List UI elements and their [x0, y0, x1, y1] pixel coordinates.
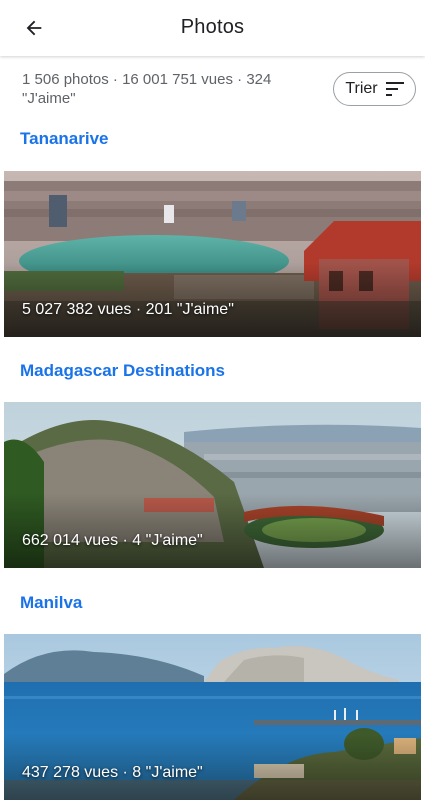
page-title: Photos	[180, 16, 245, 38]
album-stats: 5 027 382 vues · 201 "J'aime"	[22, 301, 234, 318]
album-photo-manilva[interactable]: 437 278 vues · 8 "J'aime"	[4, 634, 421, 800]
sort-button-label: Trier	[345, 80, 378, 97]
album-title-madagascar-destinations[interactable]: Madagascar Destinations	[20, 361, 225, 381]
album-stats: 662 014 vues · 4 "J'aime"	[22, 532, 203, 549]
album-stats: 437 278 vues · 8 "J'aime"	[22, 764, 203, 781]
top-app-bar: Photos	[0, 0, 425, 56]
album-photo-madagascar-destinations[interactable]: 662 014 vues · 4 "J'aime"	[4, 402, 421, 568]
album-photo-tananarive[interactable]: 5 027 382 vues · 201 "J'aime"	[4, 171, 421, 337]
collection-stats: 1 506 photos · 16 001 751 vues · 324 "J'…	[22, 71, 272, 107]
album-title-manilva[interactable]: Manilva	[20, 593, 82, 613]
album-title-tananarive[interactable]: Tananarive	[20, 129, 109, 149]
photos-screen: Photos 1 506 photos · 16 001 751 vues · …	[0, 0, 425, 800]
sort-button[interactable]: Trier	[333, 72, 416, 106]
sort-icon	[385, 82, 404, 96]
